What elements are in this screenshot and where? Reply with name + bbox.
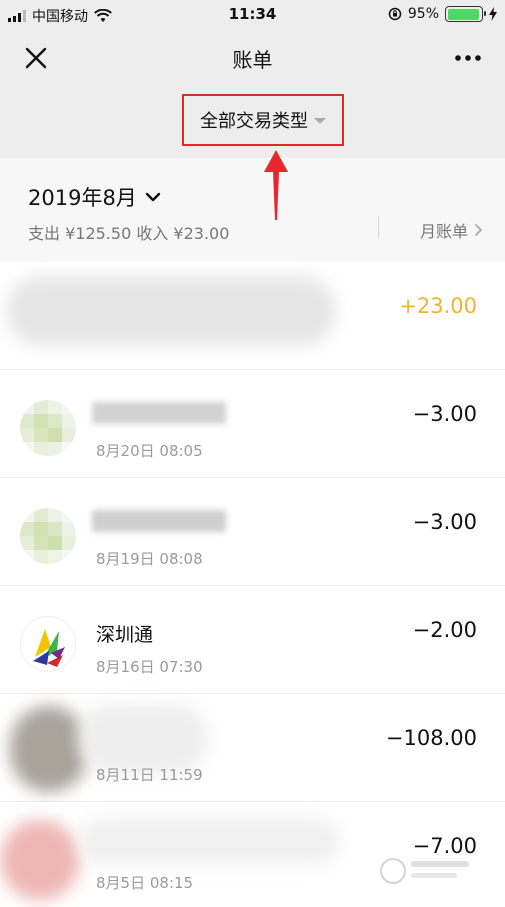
transaction-list: +23.00 8月20日 08:05 −3.00 8月19日 08:08 −3.… [0, 262, 505, 907]
transaction-type-filter[interactable]: 全部交易类型 [182, 94, 344, 146]
charging-bolt-icon [489, 7, 497, 21]
month-label: 2019年8月 [28, 186, 137, 210]
redacted-avatar [10, 706, 88, 792]
transaction-amount: −3.00 [412, 402, 477, 426]
battery-percent: 95% [407, 6, 439, 22]
transaction-date: 8月11日 11:59 [96, 766, 203, 784]
transaction-row[interactable]: 8月20日 08:05 −3.00 [0, 370, 505, 478]
watermark-logo [380, 858, 469, 884]
chevron-down-icon [145, 192, 161, 202]
redacted-avatar [20, 508, 76, 564]
chevron-right-icon [475, 224, 482, 236]
annotation-arrow-icon [264, 150, 288, 220]
transaction-amount: −2.00 [412, 618, 477, 642]
transaction-date: 8月5日 08:15 [96, 874, 194, 892]
transaction-amount: −3.00 [412, 510, 477, 534]
caret-down-icon [314, 118, 326, 124]
transaction-row[interactable]: 8月19日 08:08 −3.00 [0, 478, 505, 586]
redacted-name [80, 818, 340, 864]
transaction-amount: −108.00 [385, 726, 477, 750]
filter-label: 全部交易类型 [200, 111, 308, 132]
redacted-name [92, 402, 226, 424]
transaction-date: 8月19日 08:08 [96, 550, 203, 568]
redacted-avatar [20, 400, 76, 456]
monthly-bill-label: 月账单 [419, 222, 468, 241]
shenzhentong-logo-icon [20, 616, 76, 672]
monthly-bill-link[interactable]: 月账单 [420, 218, 483, 242]
month-summary: 支出 ¥125.50 收入 ¥23.00 [28, 224, 230, 243]
battery-icon [445, 6, 486, 22]
filter-row: 全部交易类型 [0, 88, 505, 158]
rotation-lock-icon [388, 7, 402, 21]
month-header: 2019年8月 支出 ¥125.50 收入 ¥23.00 月账单 [0, 158, 505, 262]
nav-bar: 账单 [0, 30, 505, 88]
transaction-row[interactable]: +23.00 [0, 262, 505, 370]
redacted-name [92, 510, 226, 532]
transaction-row[interactable]: 深圳通 8月16日 07:30 −2.00 [0, 586, 505, 694]
redacted-avatar [0, 820, 80, 900]
transaction-amount: +23.00 [399, 294, 477, 318]
transaction-row[interactable]: 8月11日 11:59 −108.00 [0, 694, 505, 802]
status-right: 95% [388, 6, 497, 22]
redacted-avatar [6, 276, 336, 346]
more-icon[interactable] [453, 46, 483, 70]
transaction-date: 8月20日 08:05 [96, 442, 203, 460]
page-title: 账单 [232, 48, 273, 72]
transaction-date: 8月16日 07:30 [96, 658, 203, 676]
divider [378, 216, 379, 238]
month-picker[interactable]: 2019年8月 [28, 182, 161, 212]
status-bar: 中国移动 11:34 95% [0, 0, 505, 30]
transaction-name: 深圳通 [96, 624, 154, 646]
